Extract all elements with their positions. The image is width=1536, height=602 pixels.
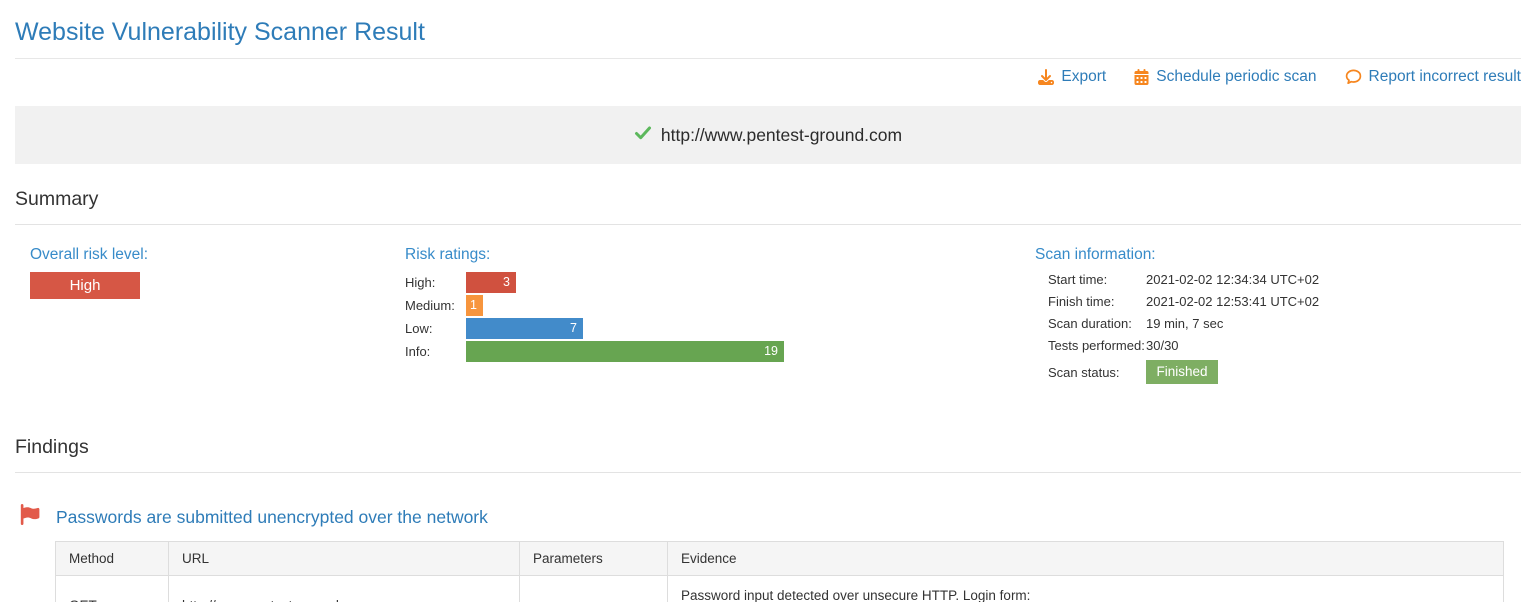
- page-title: Website Vulnerability Scanner Result: [0, 0, 1536, 58]
- scan-info-row-start-time: Start time: 2021-02-02 12:34:34 UTC+02: [1048, 272, 1521, 287]
- findings-heading: Findings: [15, 436, 1521, 473]
- export-button[interactable]: Export: [1038, 68, 1106, 86]
- risk-bar-row-medium: Medium:1: [405, 295, 1035, 316]
- download-icon: [1038, 69, 1054, 85]
- risk-bar: 7: [466, 318, 583, 339]
- col-header-url: URL: [169, 542, 520, 576]
- scan-information-label: Scan information:: [1035, 246, 1521, 264]
- evidence-line: Password input detected over unsecure HT…: [681, 586, 1490, 602]
- overall-risk-column: Overall risk level: High: [30, 246, 405, 391]
- risk-bar-label: Info:: [405, 344, 466, 359]
- cell-evidence: Password input detected over unsecure HT…: [668, 576, 1504, 602]
- cell-parameters: [520, 576, 668, 602]
- table-header-row: Method URL Parameters Evidence: [56, 542, 1504, 576]
- risk-bar-row-info: Info:19: [405, 341, 1035, 362]
- risk-bar-row-low: Low:7: [405, 318, 1035, 339]
- report-label: Report incorrect result: [1369, 68, 1521, 86]
- flag-icon: [20, 504, 40, 530]
- risk-bar: 3: [466, 272, 516, 293]
- summary-heading: Summary: [15, 188, 1521, 225]
- risk-bar: 1: [466, 295, 483, 316]
- scan-status-badge: Finished: [1146, 360, 1218, 384]
- risk-ratings-column: Risk ratings: High:3Medium:1Low:7Info:19: [405, 246, 1035, 391]
- risk-ratings-bars: High:3Medium:1Low:7Info:19: [405, 272, 1035, 362]
- overall-risk-badge: High: [30, 272, 140, 299]
- target-url: http://www.pentest-ground.com: [661, 125, 902, 146]
- export-label: Export: [1061, 68, 1106, 86]
- finding-title-link[interactable]: Passwords are submitted unencrypted over…: [56, 507, 488, 528]
- col-header-evidence: Evidence: [668, 542, 1504, 576]
- risk-bar-label: Low:: [405, 321, 466, 336]
- scan-information-column: Scan information: Start time: 2021-02-02…: [1035, 246, 1521, 391]
- finding-evidence-table: Method URL Parameters Evidence GET http:…: [55, 541, 1504, 602]
- calendar-icon: [1134, 69, 1149, 85]
- comment-icon: [1345, 69, 1362, 85]
- cell-url: http://www.pentest-ground.com: [169, 576, 520, 602]
- table-row: GET http://www.pentest-ground.com Passwo…: [56, 576, 1504, 602]
- toolbar: Export Schedule periodic scan Report inc…: [15, 58, 1521, 96]
- scan-info-row-finish-time: Finish time: 2021-02-02 12:53:41 UTC+02: [1048, 294, 1521, 309]
- schedule-label: Schedule periodic scan: [1156, 68, 1316, 86]
- finding-item-header: Passwords are submitted unencrypted over…: [20, 504, 1521, 530]
- risk-bar-label: Medium:: [405, 298, 466, 313]
- overall-risk-label: Overall risk level:: [30, 246, 405, 264]
- check-icon: [634, 125, 652, 146]
- schedule-periodic-scan-button[interactable]: Schedule periodic scan: [1134, 68, 1316, 86]
- report-incorrect-result-button[interactable]: Report incorrect result: [1345, 68, 1521, 86]
- risk-ratings-label: Risk ratings:: [405, 246, 1035, 264]
- scanner-result-page: Website Vulnerability Scanner Result Exp…: [0, 0, 1536, 602]
- scan-information-rows: Start time: 2021-02-02 12:34:34 UTC+02 F…: [1035, 272, 1521, 384]
- scan-info-row-scan-status: Scan status: Finished: [1048, 360, 1521, 384]
- cell-method: GET: [56, 576, 169, 602]
- scan-info-row-tests-performed: Tests performed: 30/30: [1048, 338, 1521, 353]
- scan-info-row-scan-duration: Scan duration: 19 min, 7 sec: [1048, 316, 1521, 331]
- risk-bar-row-high: High:3: [405, 272, 1035, 293]
- risk-bar: 19: [466, 341, 784, 362]
- col-header-method: Method: [56, 542, 169, 576]
- summary-section: Overall risk level: High Risk ratings: H…: [15, 246, 1521, 391]
- risk-bar-label: High:: [405, 275, 466, 290]
- target-url-bar: http://www.pentest-ground.com: [15, 106, 1521, 164]
- col-header-parameters: Parameters: [520, 542, 668, 576]
